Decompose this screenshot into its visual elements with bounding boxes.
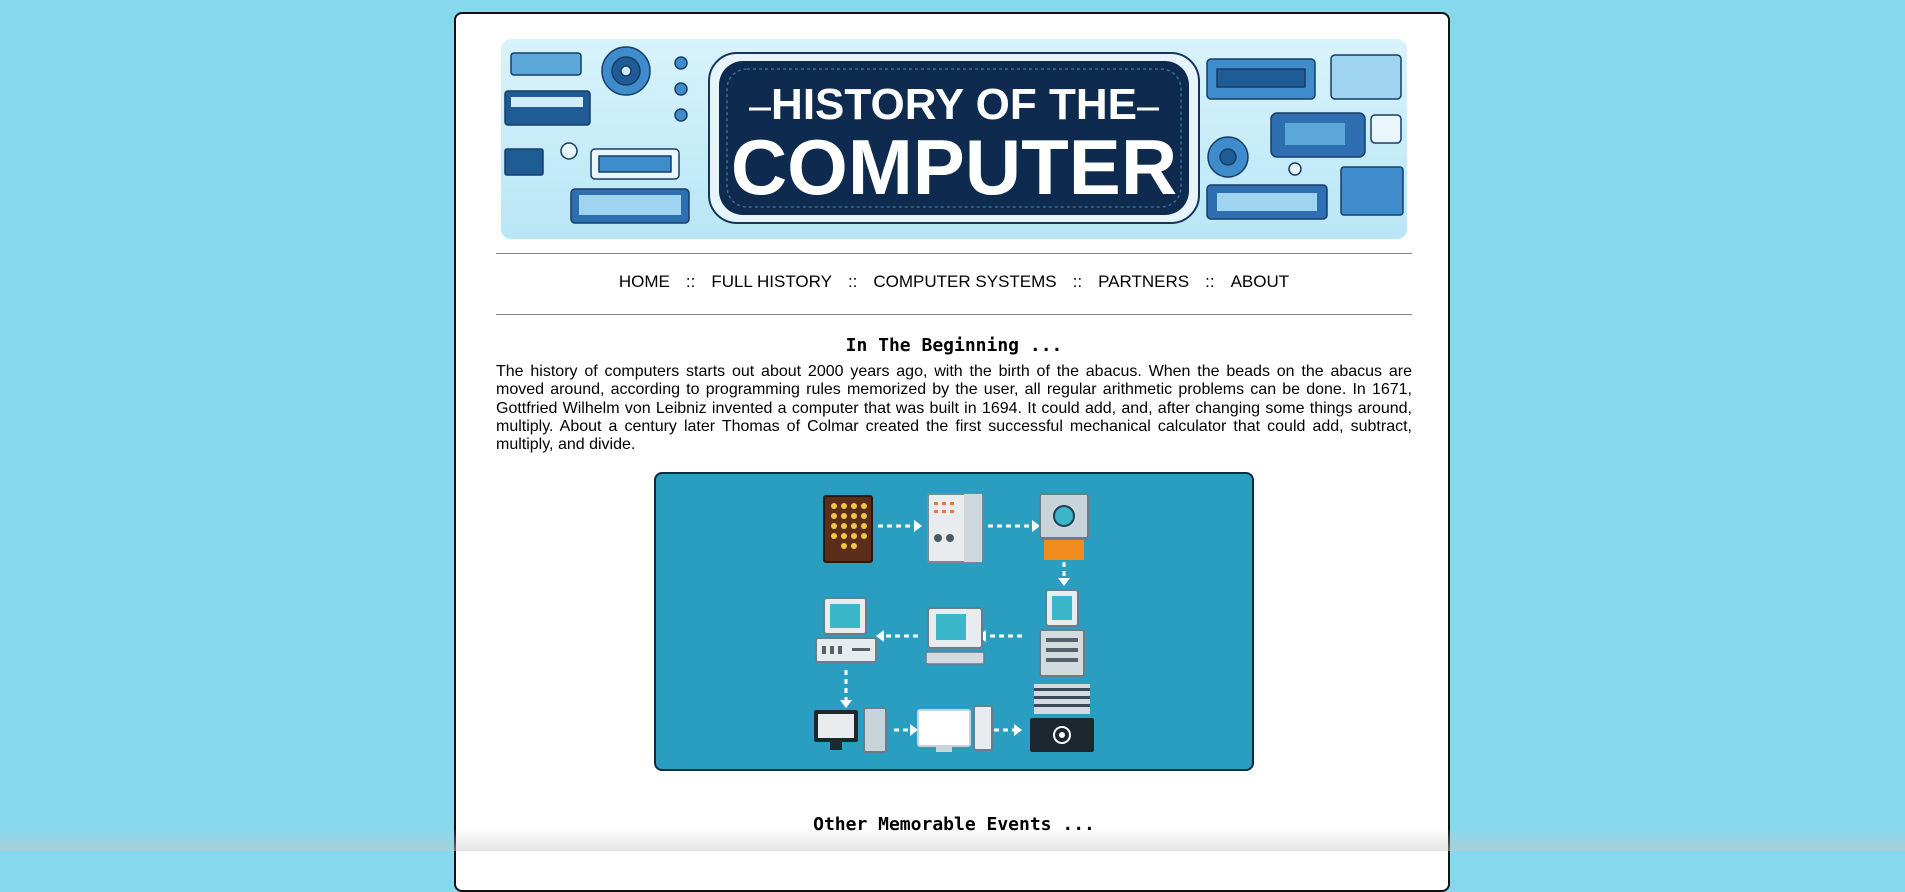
crt-tower-icon [1039, 589, 1085, 677]
console-computer-icon [1039, 493, 1089, 560]
banner-title-line1: HISTORY OF THE [771, 80, 1137, 129]
personal-computer-icon [925, 607, 985, 665]
content-panel: HISTORY OF THE COMPUTER HOME:: FULL HISTO… [454, 12, 1450, 892]
main-nav: HOME:: FULL HISTORY:: COMPUTER SYSTEMS:: PA… [496, 272, 1412, 292]
nav-separator: :: [685, 272, 696, 291]
desktop-computer-icon [815, 597, 877, 663]
divider-top [496, 253, 1412, 254]
nav-home[interactable]: HOME [613, 272, 676, 291]
history-paragraph: The history of computers starts out abou… [496, 363, 1412, 454]
mainframe-icon [927, 493, 983, 563]
bottom-fade [0, 828, 1905, 851]
nav-full-history[interactable]: FULL HISTORY [705, 272, 838, 291]
header-banner: HISTORY OF THE COMPUTER [501, 39, 1407, 239]
abacus-icon [823, 495, 873, 563]
section-heading-beginning: In The Beginning ... [845, 335, 1063, 356]
modern-monitor-icon [814, 707, 887, 753]
quantum-computer-icon [1030, 684, 1094, 752]
nav-about[interactable]: ABOUT [1225, 272, 1296, 291]
all-in-one-icon [917, 705, 993, 752]
nav-separator: :: [847, 272, 858, 291]
banner-illustration: HISTORY OF THE COMPUTER [501, 39, 1407, 239]
banner-title-line2: COMPUTER [731, 123, 1177, 211]
divider-bottom [496, 314, 1412, 315]
nav-computer-systems[interactable]: COMPUTER SYSTEMS [867, 272, 1062, 291]
nav-partners[interactable]: PARTNERS [1092, 272, 1195, 291]
computer-evolution-illustration [814, 493, 1094, 753]
computer-evolution-diagram [654, 472, 1254, 771]
nav-separator: :: [1072, 272, 1083, 291]
nav-separator: :: [1205, 272, 1215, 291]
